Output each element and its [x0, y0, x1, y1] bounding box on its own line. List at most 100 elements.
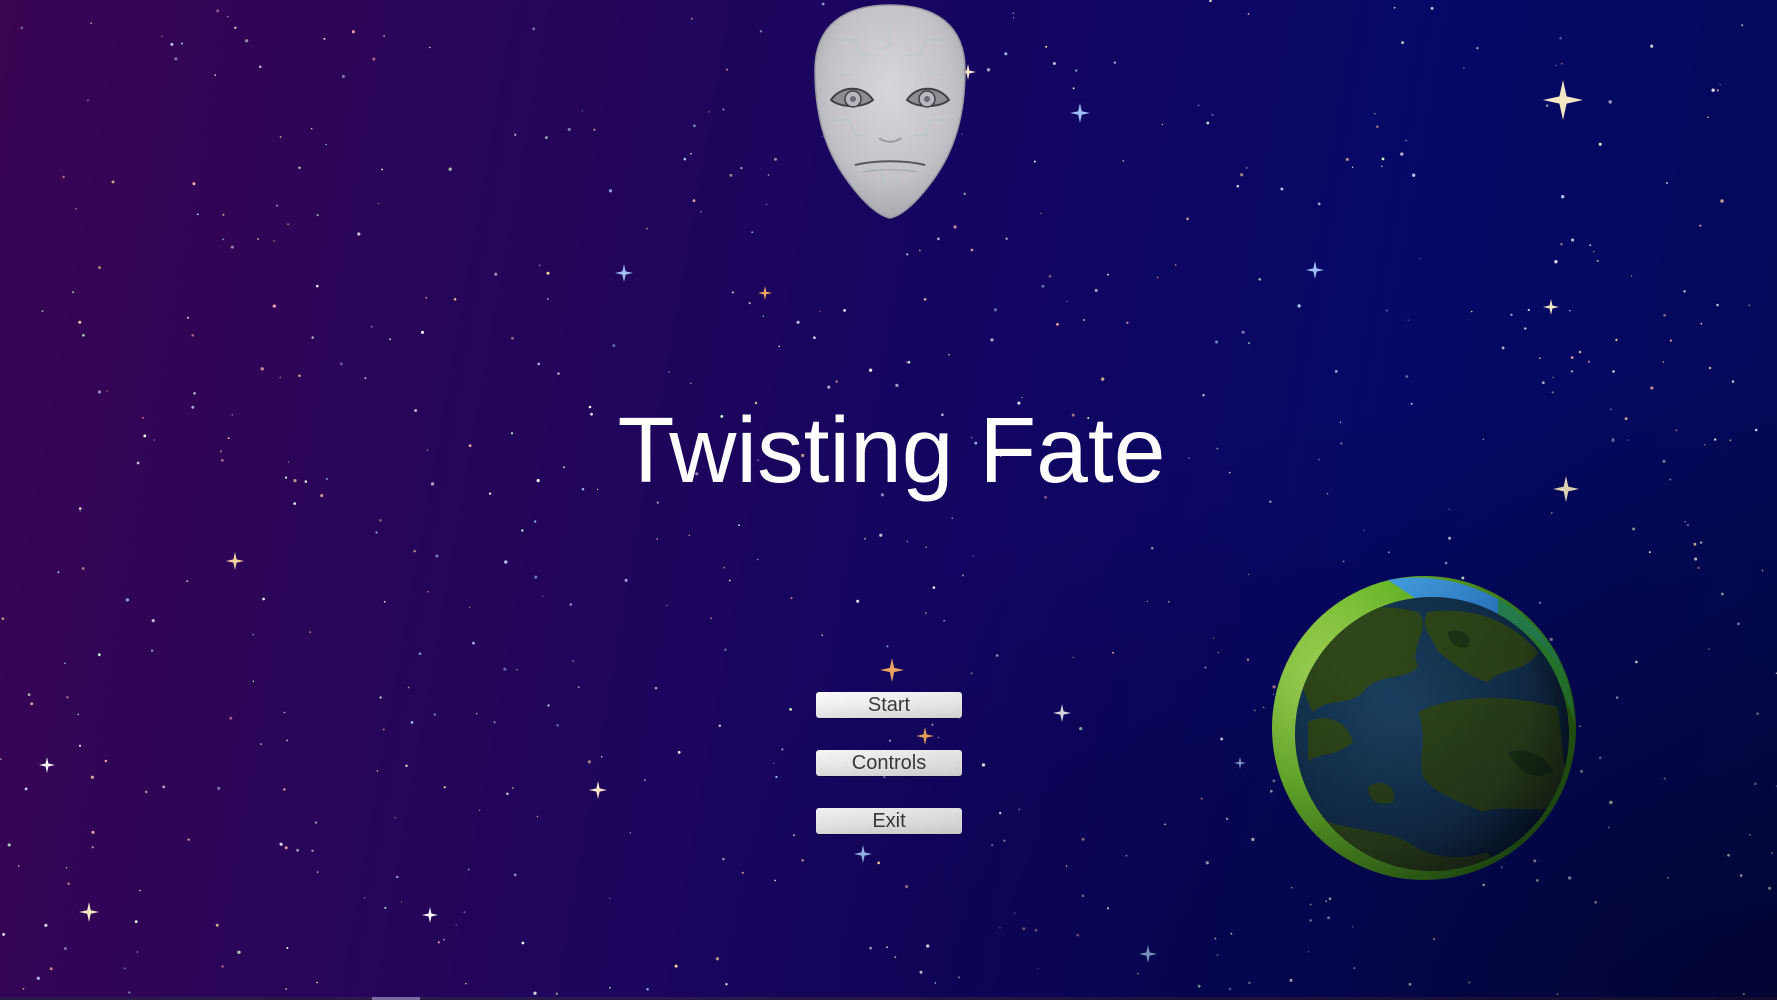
star [609, 897, 611, 900]
star [612, 344, 616, 348]
star [455, 924, 457, 926]
star [244, 39, 249, 43]
star [1209, 0, 1212, 3]
start-button[interactable]: Start [816, 692, 962, 718]
star [24, 787, 28, 791]
star [1325, 900, 1328, 903]
star [972, 555, 974, 557]
star [1635, 660, 1638, 664]
star [75, 208, 77, 210]
star [1589, 244, 1592, 247]
star [1351, 166, 1354, 168]
star [283, 711, 286, 714]
star [536, 815, 539, 818]
star [932, 586, 936, 589]
star [1280, 187, 1284, 191]
star [690, 152, 692, 155]
star [1186, 217, 1189, 221]
sparkle-star [589, 781, 607, 799]
star [180, 42, 183, 45]
star [1560, 62, 1563, 65]
star [1693, 542, 1697, 546]
star [646, 227, 648, 230]
star [646, 988, 649, 991]
star [773, 157, 778, 161]
star [314, 821, 318, 824]
star [429, 46, 431, 49]
star [990, 338, 994, 342]
star [420, 330, 425, 334]
star [443, 786, 446, 789]
star [775, 775, 778, 779]
star [1727, 853, 1730, 857]
star [472, 641, 475, 645]
star [1387, 551, 1390, 554]
star [1699, 224, 1702, 227]
star [1033, 160, 1036, 163]
star [405, 764, 408, 767]
star [534, 575, 538, 579]
star [234, 26, 237, 29]
star [1662, 361, 1665, 363]
star [1663, 313, 1666, 317]
star [1570, 356, 1574, 359]
star [230, 245, 234, 249]
star [677, 751, 681, 754]
star [7, 843, 11, 847]
star [1579, 769, 1584, 774]
star [778, 345, 780, 348]
star [1220, 737, 1224, 741]
star [272, 304, 276, 308]
star [957, 976, 960, 979]
star [692, 199, 696, 203]
star [624, 578, 628, 582]
star [1650, 386, 1654, 390]
star [364, 377, 367, 380]
star [1739, 874, 1743, 877]
star [1164, 823, 1166, 826]
star [690, 382, 692, 384]
game-title: Twisting Fate [617, 398, 1166, 502]
star [260, 367, 264, 371]
star [279, 136, 282, 138]
star [1157, 276, 1159, 279]
star [252, 680, 255, 683]
star [1448, 536, 1452, 540]
star [1112, 651, 1115, 654]
star [1608, 100, 1612, 104]
star [1708, 366, 1712, 370]
star [895, 383, 899, 388]
star [1, 617, 5, 620]
star [111, 180, 115, 184]
star [448, 167, 452, 171]
star [1748, 304, 1750, 307]
star [894, 956, 897, 959]
star [1587, 360, 1591, 363]
star [97, 653, 101, 657]
star [1552, 376, 1555, 379]
star [1065, 865, 1068, 867]
star [1551, 512, 1553, 514]
star [919, 970, 923, 974]
controls-button[interactable]: Controls [816, 750, 962, 776]
star [600, 756, 603, 758]
star [1554, 260, 1558, 264]
star [396, 875, 399, 879]
star [1430, 6, 1434, 10]
sparkle-star [1306, 261, 1324, 279]
star [222, 238, 225, 241]
star [856, 599, 860, 603]
star [925, 546, 928, 549]
star [475, 712, 478, 715]
star [252, 633, 255, 636]
exit-button[interactable]: Exit [816, 808, 962, 834]
star [674, 964, 678, 968]
star [1215, 340, 1218, 344]
star [279, 376, 282, 379]
star [465, 982, 467, 985]
star [170, 42, 174, 46]
star [781, 748, 784, 751]
star [1045, 45, 1048, 48]
star [539, 264, 541, 266]
star [1052, 61, 1056, 66]
